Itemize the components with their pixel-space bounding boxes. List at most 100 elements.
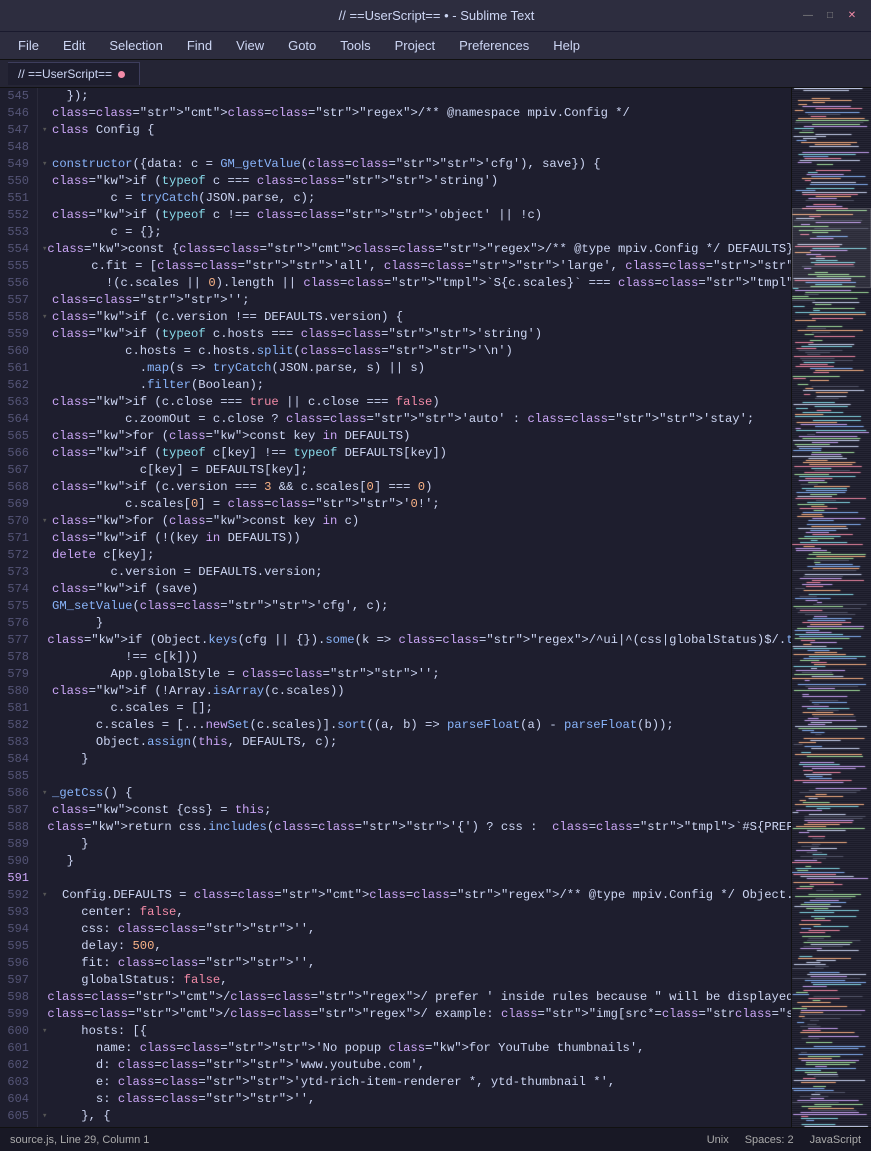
- menu-selection[interactable]: Selection: [99, 35, 172, 56]
- fold-arrow[interactable]: [42, 530, 52, 547]
- fold-arrow[interactable]: [42, 88, 52, 105]
- fold-arrow[interactable]: [42, 768, 52, 785]
- status-git[interactable]: source.js, Line 29, Column 1: [10, 1134, 149, 1146]
- fold-arrow[interactable]: ▾: [42, 309, 52, 326]
- menu-preferences[interactable]: Preferences: [449, 35, 539, 56]
- fold-arrow[interactable]: [42, 615, 52, 632]
- fold-arrow[interactable]: [42, 343, 52, 360]
- code-line: });: [42, 88, 787, 105]
- code-content[interactable]: }); class=class="str">"cmt">class=class=…: [38, 88, 791, 1127]
- line-number: 589: [4, 836, 29, 853]
- fold-arrow[interactable]: [42, 836, 52, 853]
- menu-find[interactable]: Find: [177, 35, 222, 56]
- close-button[interactable]: ✕: [845, 9, 859, 23]
- menu-project[interactable]: Project: [385, 35, 445, 56]
- fold-arrow[interactable]: [42, 377, 52, 394]
- fold-arrow[interactable]: ▾: [42, 887, 47, 904]
- fold-arrow[interactable]: [42, 717, 52, 734]
- fold-arrow[interactable]: [42, 326, 52, 343]
- code-scroll-area[interactable]: 5455465475485495505515525535545555565575…: [0, 88, 791, 1127]
- fold-arrow[interactable]: [42, 955, 52, 972]
- fold-arrow[interactable]: [42, 938, 52, 955]
- fold-arrow[interactable]: [42, 1057, 52, 1074]
- code-line: class="kw">const {css} = this;: [42, 802, 787, 819]
- fold-arrow[interactable]: [42, 1040, 52, 1057]
- fold-arrow[interactable]: [42, 360, 52, 377]
- fold-arrow[interactable]: [42, 275, 47, 292]
- code-line: css: class=class="str">"str">'',: [42, 921, 787, 938]
- fold-arrow[interactable]: [42, 190, 52, 207]
- code-line: ▾ constructor({data: c = GM_getValue(cla…: [42, 156, 787, 173]
- fold-arrow[interactable]: [42, 1074, 52, 1091]
- fold-arrow[interactable]: ▾: [42, 1023, 52, 1040]
- fold-arrow[interactable]: [42, 564, 52, 581]
- line-number: 555: [4, 258, 29, 275]
- editor-tab[interactable]: // ==UserScript==: [8, 62, 140, 85]
- fold-arrow[interactable]: [42, 649, 52, 666]
- maximize-button[interactable]: □: [823, 9, 837, 23]
- fold-arrow[interactable]: [42, 802, 52, 819]
- line-number: 567: [4, 462, 29, 479]
- fold-arrow[interactable]: [42, 207, 52, 224]
- menu-help[interactable]: Help: [543, 35, 590, 56]
- menu-tools[interactable]: Tools: [330, 35, 380, 56]
- fold-arrow[interactable]: [42, 479, 52, 496]
- line-number: 601: [4, 1040, 29, 1057]
- minimap[interactable]: [791, 88, 871, 1127]
- fold-arrow[interactable]: [42, 1125, 52, 1127]
- menu-goto[interactable]: Goto: [278, 35, 326, 56]
- fold-arrow[interactable]: [42, 853, 52, 870]
- fold-arrow[interactable]: ▾: [42, 156, 52, 173]
- fold-arrow[interactable]: [42, 173, 52, 190]
- status-encoding[interactable]: Unix: [707, 1134, 729, 1146]
- status-syntax[interactable]: JavaScript: [810, 1134, 861, 1146]
- fold-arrow[interactable]: [42, 683, 52, 700]
- line-number: 560: [4, 343, 29, 360]
- fold-arrow[interactable]: [42, 904, 52, 921]
- line-number: 569: [4, 496, 29, 513]
- fold-arrow[interactable]: [42, 751, 52, 768]
- fold-arrow[interactable]: [42, 700, 52, 717]
- fold-arrow[interactable]: ▾: [42, 785, 52, 802]
- fold-arrow[interactable]: [42, 972, 52, 989]
- fold-arrow[interactable]: [42, 394, 52, 411]
- fold-arrow[interactable]: [42, 666, 52, 683]
- line-number: 598: [4, 989, 29, 1006]
- fold-arrow[interactable]: [42, 1091, 52, 1108]
- code-line: c.scales[0] = class=class="str">"str">'0…: [42, 496, 787, 513]
- minimize-button[interactable]: —: [801, 9, 815, 23]
- line-number: 578: [4, 649, 29, 666]
- fold-arrow[interactable]: [42, 224, 52, 241]
- fold-arrow[interactable]: [42, 921, 52, 938]
- code-line: }: [42, 751, 787, 768]
- fold-arrow[interactable]: [42, 105, 52, 122]
- code-line: .map(s => tryCatch(JSON.parse, s) || s): [42, 360, 787, 377]
- code-editor[interactable]: 5455465475485495505515525535545555565575…: [0, 88, 791, 1127]
- fold-arrow[interactable]: [42, 870, 52, 887]
- line-number: 597: [4, 972, 29, 989]
- fold-arrow[interactable]: ▾: [42, 122, 52, 139]
- menu-edit[interactable]: Edit: [53, 35, 95, 56]
- fold-arrow[interactable]: [42, 258, 47, 275]
- window-controls[interactable]: — □ ✕: [801, 9, 859, 23]
- fold-arrow[interactable]: [42, 139, 52, 156]
- status-spaces[interactable]: Spaces: 2: [745, 1134, 794, 1146]
- fold-arrow[interactable]: [42, 734, 52, 751]
- menu-file[interactable]: File: [8, 35, 49, 56]
- fold-arrow[interactable]: [42, 445, 52, 462]
- fold-arrow[interactable]: [42, 598, 52, 615]
- fold-arrow[interactable]: [42, 547, 52, 564]
- minimap-viewport[interactable]: [792, 208, 871, 288]
- fold-arrow[interactable]: [42, 581, 52, 598]
- code-line: c = {};: [42, 224, 787, 241]
- fold-arrow[interactable]: ▾: [42, 513, 52, 530]
- line-number: 594: [4, 921, 29, 938]
- menu-view[interactable]: View: [226, 35, 274, 56]
- fold-arrow[interactable]: ▾: [42, 1108, 52, 1125]
- line-number: 548: [4, 139, 29, 156]
- fold-arrow[interactable]: [42, 411, 52, 428]
- fold-arrow[interactable]: [42, 462, 52, 479]
- fold-arrow[interactable]: [42, 496, 52, 513]
- fold-arrow[interactable]: [42, 292, 52, 309]
- fold-arrow[interactable]: [42, 428, 52, 445]
